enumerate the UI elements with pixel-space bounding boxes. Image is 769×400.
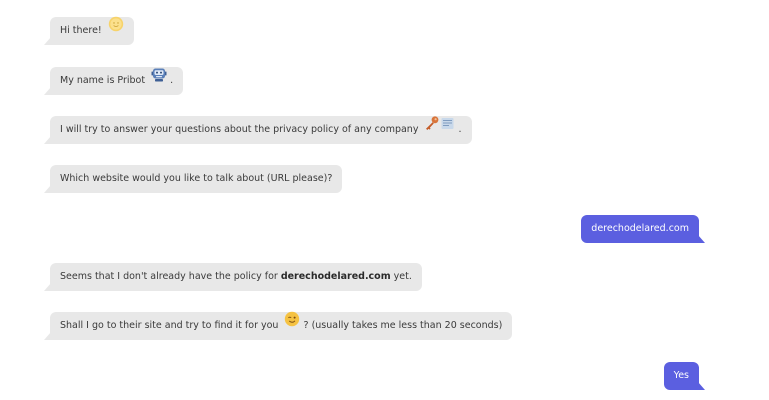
- sun-face-icon: [108, 16, 124, 44]
- message-suffix: .: [170, 75, 174, 86]
- user-message-row: Yes: [0, 362, 769, 392]
- chat-conversation: Hi there! My name is Pribot . I will try…: [0, 0, 769, 400]
- document-icon: [440, 115, 455, 143]
- bot-message-bubble: I will try to answer your questions abou…: [44, 115, 472, 144]
- website-name: derechodelared.com: [280, 271, 391, 282]
- bot-message-row: I will try to answer your questions abou…: [0, 115, 769, 146]
- bot-message-row: Hi there!: [0, 16, 769, 47]
- robot-icon: [151, 66, 167, 94]
- user-message-bubble: derechodelared.com: [581, 215, 705, 243]
- user-message-bubble: Yes: [663, 362, 706, 390]
- message-suffix: .: [458, 124, 462, 135]
- message-text: derechodelared.com: [591, 223, 689, 234]
- bot-message-row: Shall I go to their site and try to find…: [0, 311, 769, 342]
- bot-message-row: My name is Pribot .: [0, 67, 769, 97]
- key-icon: [424, 115, 440, 143]
- message-text: My name is Pribot: [60, 75, 146, 86]
- message-text: Which website would you like to talk abo…: [60, 173, 333, 184]
- bot-message-bubble: Which website would you like to talk abo…: [43, 165, 343, 193]
- bot-message-row: Seems that I don't already have the poli…: [0, 263, 769, 293]
- message-text: Seems that I don't already have the poli…: [60, 271, 278, 282]
- message-text: I will try to answer your questions abou…: [60, 124, 419, 135]
- bot-message-bubble: Hi there!: [44, 16, 134, 45]
- bot-message-row: Which website would you like to talk abo…: [0, 165, 769, 195]
- message-text: Hi there!: [60, 25, 102, 36]
- user-message-row: derechodelared.com: [0, 215, 769, 245]
- message-text: yet.: [393, 271, 412, 282]
- message-text: Shall I go to their site and try to find…: [60, 320, 279, 331]
- message-text: Yes: [673, 370, 689, 381]
- message-text: ? (usually takes me less than 20 seconds…: [303, 320, 503, 331]
- bot-message-bubble: My name is Pribot .: [43, 66, 184, 95]
- winking-face-icon: [284, 311, 300, 339]
- bot-message-bubble: Shall I go to their site and try to find…: [43, 311, 513, 340]
- bot-message-bubble: Seems that I don't already have the poli…: [44, 263, 422, 291]
